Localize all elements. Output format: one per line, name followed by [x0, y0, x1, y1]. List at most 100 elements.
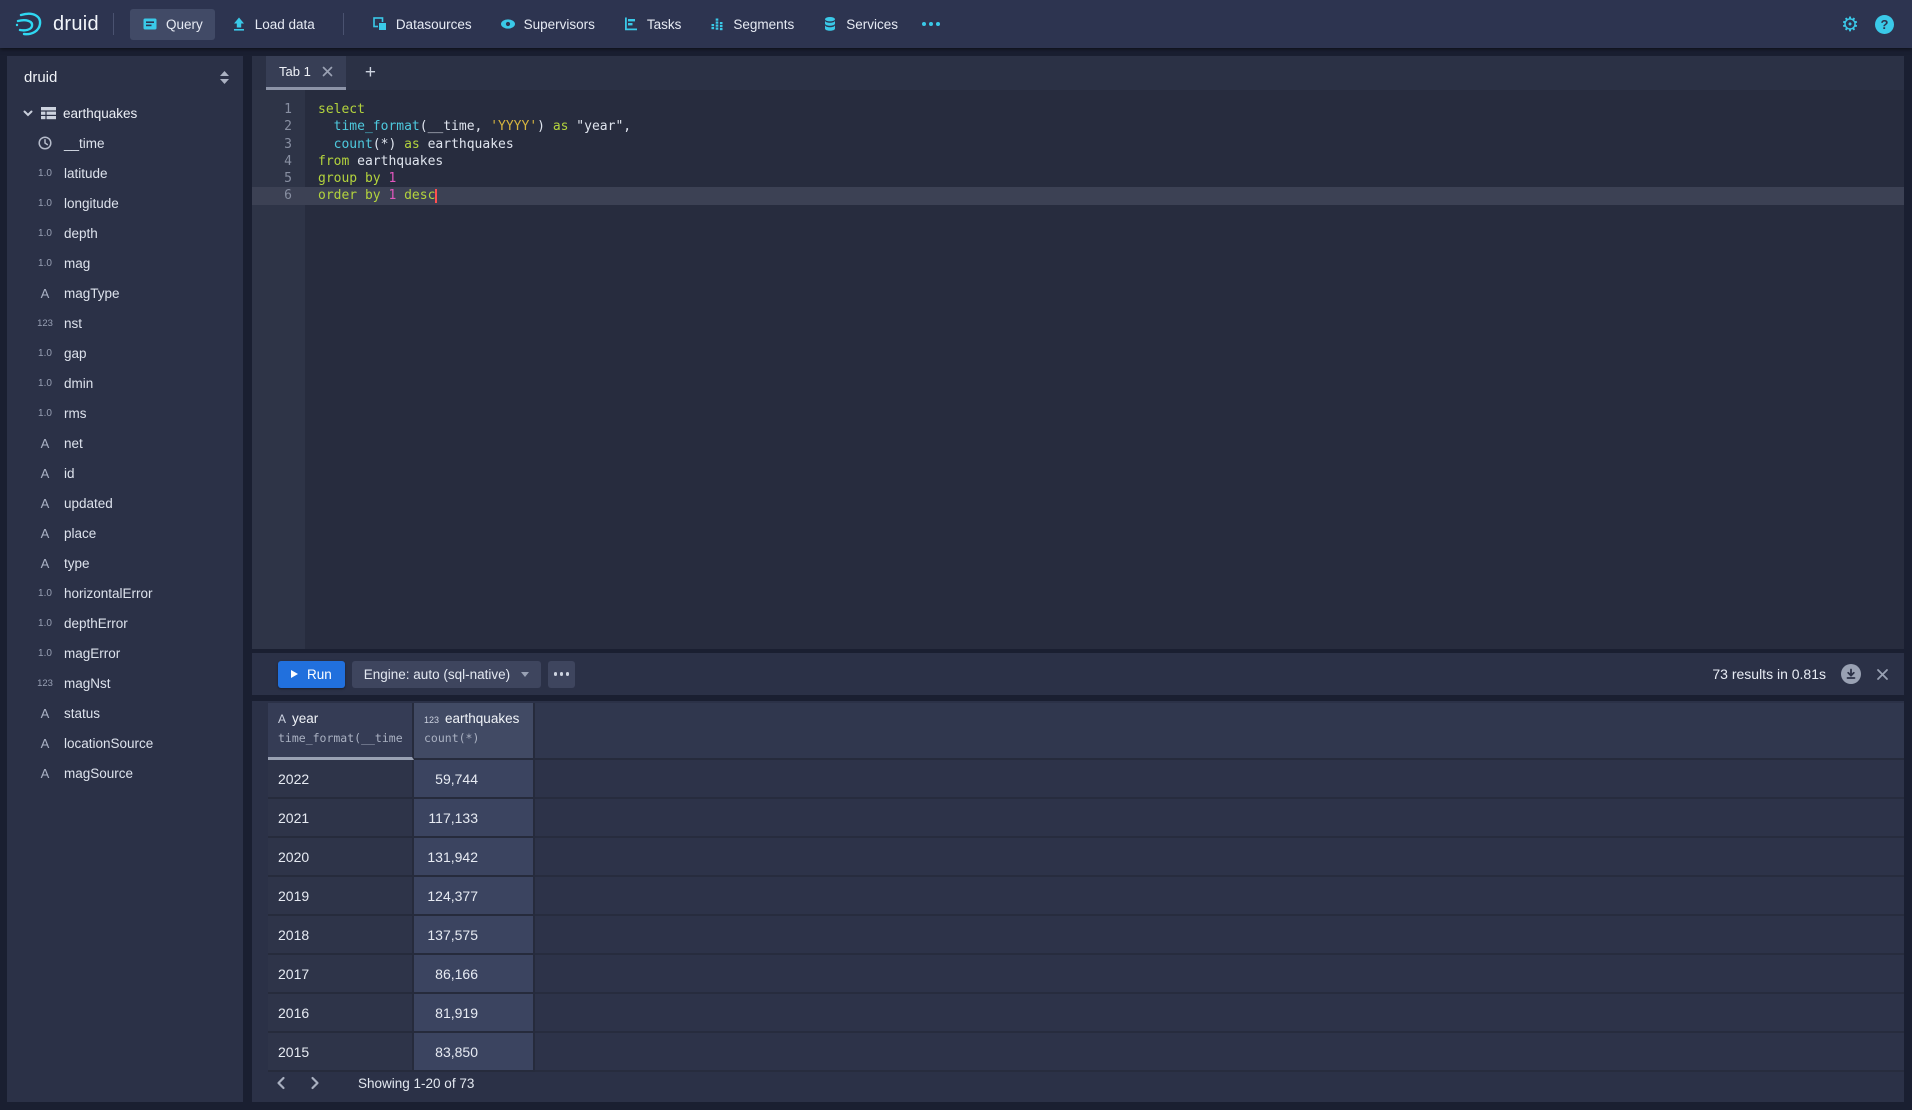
- column-name: horizontalError: [64, 586, 153, 601]
- nav-item-label: Tasks: [647, 17, 682, 32]
- upload-icon: [231, 16, 247, 32]
- eye-icon: [500, 16, 516, 32]
- sidebar-column-gap[interactable]: 1.0gap: [7, 338, 243, 368]
- brand-name: druid: [53, 13, 99, 36]
- schema-selector[interactable]: druid: [7, 56, 243, 98]
- cell-year[interactable]: 2017: [268, 955, 414, 994]
- float-type-icon: 1.0: [33, 618, 57, 629]
- string-type-icon: A: [33, 766, 57, 781]
- nav-item-label: Query: [166, 17, 203, 32]
- sidebar-column-status[interactable]: Astatus: [7, 698, 243, 728]
- sidebar-table-earthquakes[interactable]: earthquakes: [7, 98, 243, 128]
- nav-item-services[interactable]: Services: [810, 9, 910, 40]
- cell-earthquakes[interactable]: 81,919: [414, 994, 535, 1033]
- table-row: 202259,744: [268, 760, 1904, 799]
- string-type-icon: A: [33, 496, 57, 511]
- column-header-name: year: [292, 711, 318, 726]
- download-results-icon[interactable]: [1841, 664, 1861, 684]
- sidebar-column-place[interactable]: Aplace: [7, 518, 243, 548]
- column-name: id: [64, 466, 75, 481]
- column-name: magNst: [64, 676, 111, 691]
- column-header-earthquakes[interactable]: 123 earthquakes count(*): [414, 703, 535, 760]
- tab-close-icon[interactable]: [322, 66, 333, 77]
- navbar-more-button[interactable]: [912, 9, 950, 40]
- sidebar-column-magError[interactable]: 1.0 magError: [7, 638, 243, 668]
- results-body: 202259,7442021117,1332020131,9422019124,…: [268, 760, 1904, 1072]
- column-name: magError: [64, 646, 120, 661]
- cell-year[interactable]: 2019: [268, 877, 414, 916]
- nav-item-supervisors[interactable]: Supervisors: [488, 9, 607, 40]
- sidebar-column-updated[interactable]: Aupdated: [7, 488, 243, 518]
- sidebar-column-dmin[interactable]: 1.0dmin: [7, 368, 243, 398]
- sidebar-column-magSource[interactable]: AmagSource: [7, 758, 243, 788]
- cell-year[interactable]: 2020: [268, 838, 414, 877]
- next-page-button[interactable]: [302, 1071, 328, 1095]
- code-lines: 1select2 time_format(__time, 'YYYY') as …: [252, 90, 1904, 205]
- cell-earthquakes[interactable]: 124,377: [414, 877, 535, 916]
- sidebar-column-depthError[interactable]: 1.0depthError: [7, 608, 243, 638]
- code-line: 1select: [252, 101, 1904, 118]
- string-type-icon: A: [33, 556, 57, 571]
- sidebar-column-longitude[interactable]: 1.0longitude: [7, 188, 243, 218]
- line-number: 5: [252, 170, 305, 187]
- cell-year[interactable]: 2021: [268, 799, 414, 838]
- column-name: __time: [64, 136, 105, 151]
- cell-year[interactable]: 2018: [268, 916, 414, 955]
- nav-item-label: Supervisors: [524, 17, 595, 32]
- column-list: __time1.0latitude1.0longitude1.0depth1.0…: [7, 128, 243, 788]
- table-name: earthquakes: [63, 106, 137, 121]
- run-button[interactable]: Run: [278, 661, 345, 688]
- float-type-icon: 1.0: [33, 648, 57, 659]
- cell-year[interactable]: 2016: [268, 994, 414, 1033]
- tab-tab-1[interactable]: Tab 1: [266, 56, 346, 90]
- sidebar-column-net[interactable]: Anet: [7, 428, 243, 458]
- cell-earthquakes[interactable]: 131,942: [414, 838, 535, 877]
- sidebar-column-type[interactable]: Atype: [7, 548, 243, 578]
- sidebar-column-locationSource[interactable]: AlocationSource: [7, 728, 243, 758]
- sql-editor[interactable]: 1select2 time_format(__time, 'YYYY') as …: [252, 90, 1904, 649]
- engine-select-button[interactable]: Engine: auto (sql-native): [352, 661, 541, 688]
- nav-item-segments[interactable]: Segments: [697, 9, 806, 40]
- cell-year[interactable]: 2015: [268, 1033, 414, 1072]
- double-caret-sort-icon[interactable]: [219, 70, 230, 85]
- query-more-button[interactable]: [548, 661, 575, 688]
- line-number: 2: [252, 118, 305, 135]
- cell-filler: [535, 799, 1904, 838]
- nav-item-datasources[interactable]: Datasources: [360, 9, 484, 40]
- sidebar-column-magNst[interactable]: 123magNst: [7, 668, 243, 698]
- settings-gear-icon[interactable]: ⚙: [1841, 14, 1859, 34]
- sidebar-column-__time[interactable]: __time: [7, 128, 243, 158]
- cell-filler: [535, 994, 1904, 1033]
- column-name: updated: [64, 496, 113, 511]
- druid-brand[interactable]: druid: [14, 9, 99, 39]
- cell-earthquakes[interactable]: 86,166: [414, 955, 535, 994]
- column-header-year[interactable]: A year time_format(__time, …: [268, 703, 414, 760]
- long-type-icon: 123: [33, 318, 57, 329]
- cell-earthquakes[interactable]: 83,850: [414, 1033, 535, 1072]
- sidebar-column-horizontalError[interactable]: 1.0horizontalError: [7, 578, 243, 608]
- engine-label: Engine: auto (sql-native): [364, 667, 510, 682]
- nav-item-query[interactable]: Query: [130, 9, 215, 40]
- sidebar-column-nst[interactable]: 123nst: [7, 308, 243, 338]
- sidebar-column-magType[interactable]: AmagType: [7, 278, 243, 308]
- nav-item-load-data[interactable]: Load data: [219, 9, 327, 40]
- new-tab-button[interactable]: +: [359, 62, 382, 84]
- database-icon: [822, 16, 838, 32]
- previous-page-button[interactable]: [268, 1071, 294, 1095]
- cell-earthquakes[interactable]: 137,575: [414, 916, 535, 955]
- sidebar-column-rms[interactable]: 1.0rms: [7, 398, 243, 428]
- cell-year[interactable]: 2022: [268, 760, 414, 799]
- cell-earthquakes[interactable]: 117,133: [414, 799, 535, 838]
- nav-item-tasks[interactable]: Tasks: [611, 9, 694, 40]
- float-type-icon: 1.0: [33, 348, 57, 359]
- navbar-divider: [113, 13, 114, 35]
- help-icon[interactable]: ?: [1875, 15, 1894, 34]
- column-header-name: earthquakes: [445, 711, 519, 726]
- sidebar-column-latitude[interactable]: 1.0latitude: [7, 158, 243, 188]
- sidebar-column-depth[interactable]: 1.0depth: [7, 218, 243, 248]
- table-row: 2021117,133: [268, 799, 1904, 838]
- sidebar-column-id[interactable]: Aid: [7, 458, 243, 488]
- close-results-icon[interactable]: [1876, 668, 1889, 681]
- cell-earthquakes[interactable]: 59,744: [414, 760, 535, 799]
- sidebar-column-mag[interactable]: 1.0mag: [7, 248, 243, 278]
